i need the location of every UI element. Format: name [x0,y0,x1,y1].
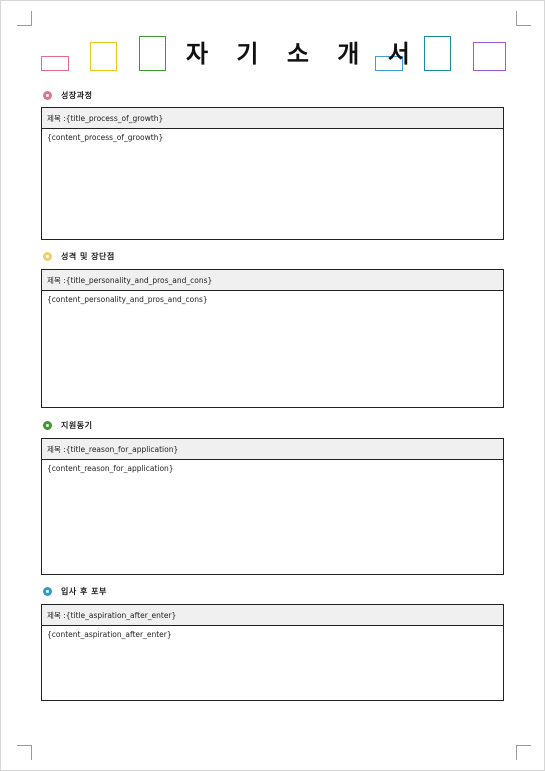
crop-mark-bottom-right [516,745,531,760]
title-field[interactable]: 제목 : {title_process_of_growth} [42,108,503,129]
bullet-icon [43,90,52,100]
section-box-motivation: 제목 : {title_reason_for_application} {con… [41,438,504,575]
decor-rectangle-purple [473,42,506,71]
content-field[interactable]: {content_aspiration_after_enter} [42,626,503,643]
content-field[interactable]: {content_personality_and_pros_and_cons} [42,291,503,308]
title-prefix: 제목 : [47,275,66,285]
section-heading-growth: 성장과정 [43,89,92,101]
decor-rectangle-green [139,36,166,71]
title-placeholder: {title_process_of_growth} [65,113,164,123]
document-title: 자 기 소 개 서 [186,40,420,68]
title-placeholder: {title_personality_and_pros_and_cons} [65,275,213,285]
section-heading-label: 성장과정 [61,90,93,100]
section-box-growth: 제목 : {title_process_of_growth} {content_… [41,107,504,240]
section-heading-label: 성격 및 장단점 [61,251,115,261]
title-placeholder: {title_reason_for_application} [65,444,179,454]
bullet-icon [43,586,52,596]
section-heading-aspiration: 입사 후 포부 [43,585,107,597]
crop-mark-top-left [17,11,32,26]
title-field[interactable]: 제목 : {title_reason_for_application} [42,439,503,460]
title-prefix: 제목 : [47,113,66,123]
section-heading-label: 입사 후 포부 [61,586,107,596]
title-field[interactable]: 제목 : {title_aspiration_after_enter} [42,605,503,626]
decor-rectangle-teal [424,36,451,71]
title-placeholder: {title_aspiration_after_enter} [65,610,177,620]
section-box-aspiration: 제목 : {title_aspiration_after_enter} {con… [41,604,504,701]
content-field[interactable]: {content_process_of_groowth} [42,129,503,146]
crop-mark-top-right [516,11,531,26]
bullet-icon [43,251,52,261]
title-field[interactable]: 제목 : {title_personality_and_pros_and_con… [42,270,503,291]
content-field[interactable]: {content_reason_for_application} [42,460,503,477]
section-box-personality: 제목 : {title_personality_and_pros_and_con… [41,269,504,408]
document-page: 자 기 소 개 서 성장과정 제목 : {title_process_of_gr… [0,0,545,771]
decor-rectangle-yellow [90,42,117,71]
section-heading-motivation: 지원동기 [43,419,92,431]
title-prefix: 제목 : [47,444,66,454]
section-heading-label: 지원동기 [61,420,93,430]
decor-rectangle-pink [41,56,69,71]
crop-mark-bottom-left [17,745,32,760]
section-heading-personality: 성격 및 장단점 [43,250,115,262]
title-prefix: 제목 : [47,610,66,620]
bullet-icon [43,420,52,430]
